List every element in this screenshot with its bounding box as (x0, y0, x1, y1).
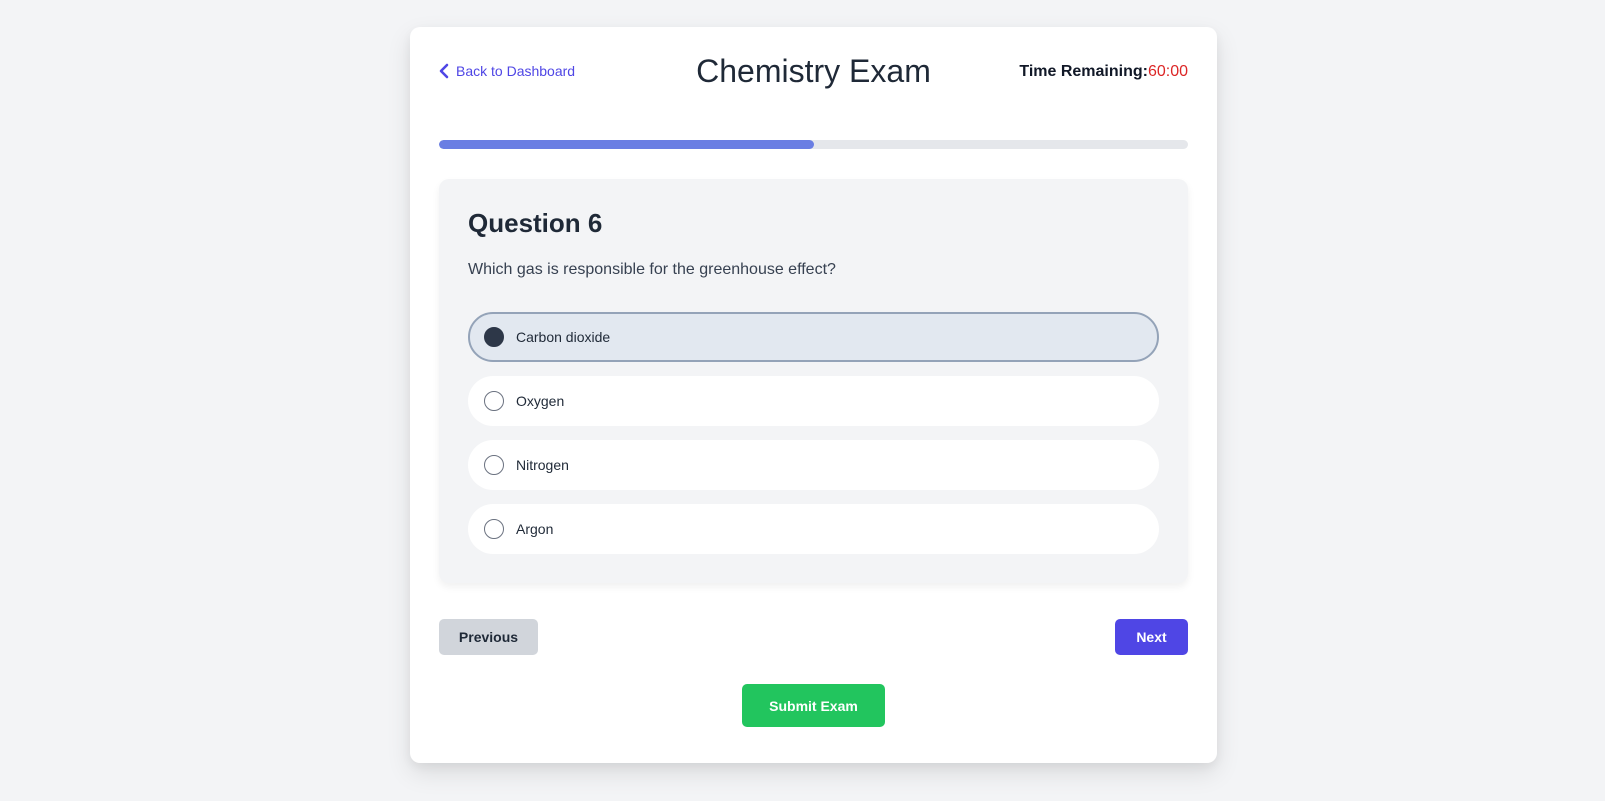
submit-row: Submit Exam (439, 684, 1188, 727)
progress-bar-fill (439, 140, 814, 149)
progress-bar (439, 140, 1188, 149)
question-panel: Question 6 Which gas is responsible for … (439, 179, 1188, 583)
answer-option[interactable]: Nitrogen (468, 440, 1159, 490)
radio-button[interactable] (484, 327, 504, 347)
previous-button[interactable]: Previous (439, 619, 538, 655)
answer-option[interactable]: Oxygen (468, 376, 1159, 426)
answer-option-label: Carbon dioxide (516, 329, 611, 345)
timer-value: 60:00 (1147, 63, 1188, 80)
back-link-label: Back to Dashboard (456, 63, 576, 79)
answer-option[interactable]: Carbon dioxide (468, 312, 1159, 362)
timer-label: Time Remaining: (1019, 63, 1148, 80)
radio-button[interactable] (484, 391, 504, 411)
answer-option-label: Oxygen (516, 393, 565, 409)
question-title: Question 6 (468, 208, 603, 238)
next-button[interactable]: Next (1115, 619, 1188, 655)
exam-header: Back to Dashboard Chemistry Exam Time Re… (439, 53, 1188, 91)
answer-option-label: Nitrogen (516, 457, 569, 473)
exam-card: Back to Dashboard Chemistry Exam Time Re… (410, 27, 1217, 763)
chevron-left-icon (439, 63, 449, 79)
answer-option-label: Argon (516, 521, 554, 537)
answer-option[interactable]: Argon (468, 504, 1159, 554)
question-text: Which gas is responsible for the greenho… (468, 261, 836, 278)
question-navigation: Previous Next (439, 619, 1188, 655)
radio-button[interactable] (484, 455, 504, 475)
time-remaining: Time Remaining:60:00 (1019, 63, 1188, 81)
submit-exam-button[interactable]: Submit Exam (742, 684, 885, 727)
back-to-dashboard-link[interactable]: Back to Dashboard (439, 63, 575, 79)
answer-options: Carbon dioxide Oxygen Nitrogen Argon (468, 312, 1159, 554)
radio-button[interactable] (484, 519, 504, 539)
